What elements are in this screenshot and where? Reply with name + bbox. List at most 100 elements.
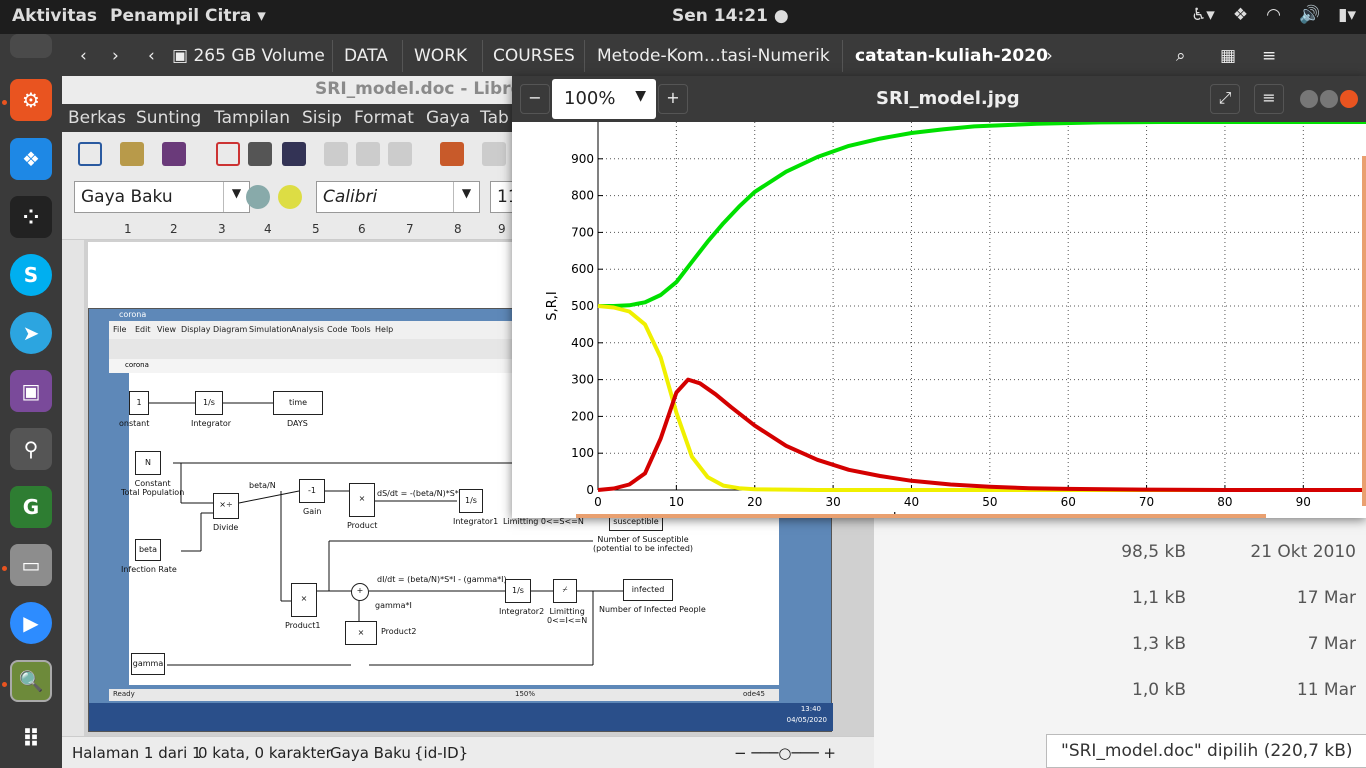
menu-icon[interactable]: ≡: [1262, 46, 1276, 66]
maximize-button[interactable]: [1320, 90, 1338, 108]
close-button[interactable]: [1340, 90, 1358, 108]
wifi-icon[interactable]: ◠: [1266, 5, 1281, 25]
menu-tabel[interactable]: Tab: [480, 108, 509, 128]
fullscreen-icon[interactable]: ⤢: [1210, 84, 1240, 114]
update-style-icon[interactable]: [246, 185, 270, 209]
integrator1-label: Integrator1: [453, 517, 499, 526]
file-date: 11 Mar: [1296, 680, 1356, 700]
breadcrumb-metode[interactable]: Metode-Kom…tasi-Numerik: [597, 46, 830, 66]
app-icon-top[interactable]: [10, 34, 52, 58]
crumb-left-arrow[interactable]: ‹: [148, 46, 155, 66]
new-style-icon[interactable]: [278, 185, 302, 209]
copy-icon[interactable]: [356, 142, 380, 166]
menu-gaya[interactable]: Gaya: [426, 108, 470, 128]
series-line-2: [597, 377, 1366, 492]
gamma-block: gamma: [131, 653, 165, 675]
minimize-button[interactable]: [1300, 90, 1318, 108]
menu-sisip[interactable]: Sisip: [302, 108, 342, 128]
zoom-in-button[interactable]: +: [658, 84, 688, 114]
menu-tampilan[interactable]: Tampilan: [214, 108, 290, 128]
accessibility-icon[interactable]: ♿▾: [1191, 5, 1215, 25]
forward-button[interactable]: ›: [112, 46, 119, 66]
page-count[interactable]: Halaman 1 dari 1: [72, 744, 202, 762]
y-tick-label: 800: [571, 189, 594, 203]
files-app-icon[interactable]: ▭: [10, 544, 52, 586]
constant-label: onstant: [119, 419, 150, 428]
integrator1-block: 1/s: [459, 489, 483, 513]
y-tick-label: 700: [571, 225, 594, 239]
zoom-out-button[interactable]: −: [520, 84, 550, 114]
breadcrumb-catatan[interactable]: catatan-kuliah-2020: [855, 46, 1048, 66]
word-count[interactable]: 0 kata, 0 karakter: [198, 744, 332, 762]
app-menu[interactable]: Penampil Citra ▾: [110, 6, 266, 26]
crumb-right-arrow[interactable]: ›: [1046, 46, 1053, 66]
undo-icon[interactable]: [482, 142, 506, 166]
clone-formatting-icon[interactable]: [440, 142, 464, 166]
dropbox-app-icon[interactable]: ❖: [10, 138, 52, 180]
dropbox-icon[interactable]: ❖: [1233, 5, 1248, 25]
menu-sunting[interactable]: Sunting: [136, 108, 201, 128]
paste-icon[interactable]: [388, 142, 412, 166]
horizontal-scrollbar[interactable]: [576, 514, 1266, 518]
list-item[interactable]: 1,0 kB 11 Mar: [1072, 680, 1366, 710]
image-viewer-app-icon[interactable]: 🔍: [10, 660, 52, 702]
file-size: 1,0 kB: [1132, 680, 1186, 700]
volume-icon[interactable]: 🔊: [1299, 5, 1320, 25]
menu-icon[interactable]: ≡: [1254, 84, 1284, 114]
system-tray[interactable]: ♿▾ ❖ ◠ 🔊 ▮▾: [1191, 5, 1356, 25]
skype-app-icon[interactable]: S: [10, 254, 52, 296]
menu-berkas[interactable]: Berkas: [68, 108, 126, 128]
list-item[interactable]: 1,1 kB 17 Mar: [1072, 588, 1366, 618]
flatpak-app-icon[interactable]: ▣: [10, 370, 52, 412]
usb-app-icon[interactable]: ⚲: [10, 428, 52, 470]
davinci-app-icon[interactable]: ⁘: [10, 196, 52, 238]
integrator-label: Integrator: [191, 419, 232, 428]
geogebra-app-icon[interactable]: G: [10, 486, 52, 528]
svg-text:2: 2: [170, 222, 178, 236]
new-document-icon[interactable]: [78, 142, 102, 166]
page-style[interactable]: Gaya Baku: [330, 744, 411, 762]
sim-ready: Ready: [113, 690, 135, 698]
list-item[interactable]: 98,5 kB 21 Okt 2010: [1072, 542, 1366, 572]
show-apps-icon[interactable]: ⠿: [10, 718, 52, 760]
sim-menu-simulation: Simulation: [249, 325, 292, 334]
list-item[interactable]: 1,3 kB 7 Mar: [1072, 634, 1366, 664]
export-pdf-icon[interactable]: [216, 142, 240, 166]
search-icon[interactable]: ⌕: [1176, 46, 1186, 66]
n-block: N: [135, 451, 161, 475]
cut-icon[interactable]: [324, 142, 348, 166]
paragraph-style-select[interactable]: Gaya Baku ▼: [74, 181, 250, 213]
zoom-select[interactable]: 100% ▼: [552, 79, 656, 119]
zoom-app-icon[interactable]: ▶: [10, 602, 52, 644]
save-icon[interactable]: [162, 142, 186, 166]
menu-format[interactable]: Format: [354, 108, 414, 128]
x-tick-label: 50: [982, 495, 997, 509]
sim-menu-code: Code: [327, 325, 348, 334]
activities-button[interactable]: Aktivitas: [12, 6, 97, 26]
open-icon[interactable]: [120, 142, 144, 166]
running-indicator: [2, 566, 7, 571]
telegram-app-icon[interactable]: ➤: [10, 312, 52, 354]
breadcrumb-volume[interactable]: ▣ 265 GB Volume: [172, 46, 325, 66]
print-icon[interactable]: [248, 142, 272, 166]
breadcrumb-courses[interactable]: COURSES: [493, 46, 575, 66]
clock[interactable]: Sen 14:21 ●: [672, 6, 789, 26]
limit-i-block: ⌿: [553, 579, 577, 603]
language[interactable]: {id-ID}: [414, 744, 468, 762]
breadcrumb-data[interactable]: DATA: [344, 46, 388, 66]
font-name-select[interactable]: Calibri ▼: [316, 181, 480, 213]
vertical-scrollbar[interactable]: [1362, 156, 1366, 506]
x-tick-label: 10: [669, 495, 684, 509]
win-time: 13:40: [800, 705, 821, 713]
settings-app-icon[interactable]: ⚙: [10, 79, 52, 121]
view-grid-icon[interactable]: ▦: [1220, 46, 1236, 66]
back-button[interactable]: ‹: [80, 46, 87, 66]
crumb-divider: [402, 40, 403, 72]
font-name-value: Calibri: [323, 187, 378, 207]
product1-block: ×: [291, 583, 317, 617]
breadcrumb-work[interactable]: WORK: [414, 46, 467, 66]
battery-icon[interactable]: ▮▾: [1338, 5, 1356, 25]
print-preview-icon[interactable]: [282, 142, 306, 166]
zoom-slider[interactable]: − ───○─── +: [734, 744, 836, 762]
vertical-ruler[interactable]: [62, 240, 84, 736]
